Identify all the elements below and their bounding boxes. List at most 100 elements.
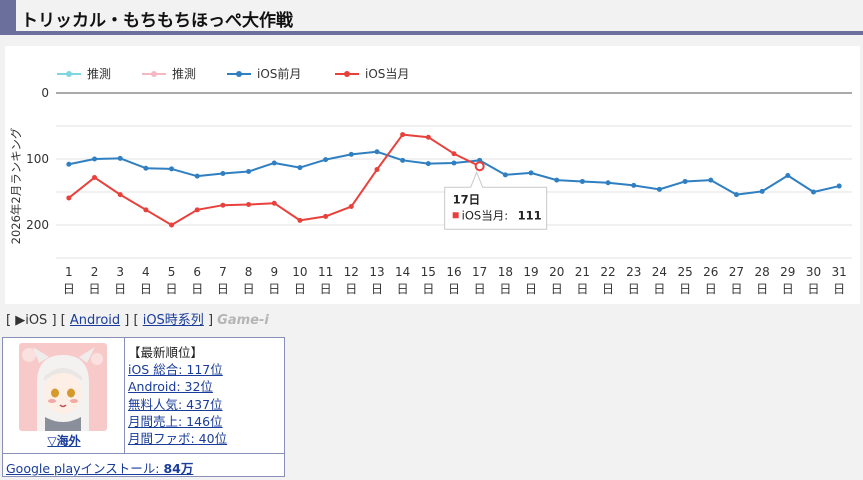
data-point: [400, 157, 406, 163]
tooltip-series-swatch: [452, 212, 459, 219]
legend-label: iOS前月: [257, 66, 301, 81]
x-tick-label-unit: 日: [89, 282, 101, 296]
install-value: 84万: [163, 461, 194, 476]
data-point: [323, 213, 329, 219]
data-point: [733, 192, 739, 198]
x-tick-label: 25: [677, 265, 692, 279]
x-tick-label: 6: [193, 265, 201, 279]
data-point: [451, 160, 457, 166]
data-point: [117, 155, 123, 161]
data-point: [169, 222, 175, 228]
series-line-iOS当月: [68, 133, 481, 226]
region-link[interactable]: ▽海外: [3, 432, 125, 449]
app-icon-avatar[interactable]: [19, 343, 107, 431]
data-point: [66, 161, 72, 167]
data-point: [451, 151, 457, 157]
rank-ios-overall[interactable]: iOS 総合: 117位: [128, 361, 284, 378]
data-point: [554, 177, 560, 183]
rank-free-popular[interactable]: 無料人気: 437位: [128, 396, 284, 413]
x-tick-label: 22: [600, 265, 615, 279]
avatar-cell: ▽海外: [3, 338, 125, 453]
data-point: [759, 188, 765, 194]
nav-bracket: ] [: [51, 313, 66, 328]
platform-nav: [ ▶iOS ] [ Android ] [ iOS時系列 ] Game-i: [6, 309, 269, 328]
nav-link-android[interactable]: Android: [70, 313, 120, 328]
nav-current-ios: ▶iOS: [15, 313, 48, 328]
x-tick-label-unit: 日: [63, 282, 75, 296]
tooltip-title: 17日: [453, 192, 481, 206]
data-point: [66, 195, 72, 201]
legend-label: iOS当月: [365, 67, 409, 81]
x-tick-label-unit: 日: [294, 282, 306, 296]
data-point: [656, 186, 662, 192]
rank-android[interactable]: Android: 32位: [128, 378, 284, 395]
data-point: [708, 177, 714, 183]
x-tick-label: 10: [292, 265, 307, 279]
data-point: [810, 189, 816, 195]
data-point: [271, 200, 277, 206]
data-point: [297, 165, 303, 171]
x-tick-label-unit: 日: [782, 282, 794, 296]
data-point: [374, 167, 380, 173]
legend-swatch-dot: [151, 71, 157, 77]
x-tick-label-unit: 日: [653, 282, 665, 296]
x-tick-label-unit: 日: [679, 282, 691, 296]
x-tick-label: 23: [626, 265, 641, 279]
data-point: [143, 207, 149, 213]
rank-monthly-favorites[interactable]: 月間ファボ: 40位: [128, 430, 284, 447]
x-tick-label-unit: 日: [243, 282, 255, 296]
x-tick-label-unit: 日: [140, 282, 152, 296]
x-tick-label-unit: 日: [217, 282, 229, 296]
data-point: [194, 173, 200, 179]
data-point: [220, 171, 226, 177]
x-tick-label-unit: 日: [705, 282, 717, 296]
ranking-chart: 0 100 200 2026年2月ランキング 1 日 2 日 3 日 4 日 5 日 6 日 7 日 8 日 9 日 10 日…: [5, 46, 860, 304]
data-point: [117, 192, 123, 198]
x-tick-label-unit: 日: [833, 282, 845, 296]
x-tick-label: 12: [344, 265, 359, 279]
y-tick-label: 100: [26, 152, 49, 166]
nav-bracket: [: [6, 313, 12, 328]
x-tick-label-unit: 日: [422, 282, 434, 296]
data-point: [246, 202, 252, 208]
x-tick-label: 21: [575, 265, 590, 279]
nav-bracket: ] [: [124, 313, 139, 328]
title-bar: トリッカル・もちもちほっぺ大作戦: [0, 0, 863, 35]
x-tick-label-unit: 日: [320, 282, 332, 296]
app-info-table: ▽海外 【最新順位】 iOS 総合: 117位 Android: 32位 無料人…: [2, 337, 285, 477]
data-point: [425, 134, 431, 140]
data-point: [528, 170, 534, 176]
x-tick-label-unit: 日: [628, 282, 640, 296]
x-tick-label: 11: [318, 265, 333, 279]
data-point: [348, 151, 354, 157]
tooltip-highlight-point: [474, 161, 485, 172]
x-tick-label-unit: 日: [474, 282, 486, 296]
x-tick-label-unit: 日: [371, 282, 383, 296]
data-point: [194, 207, 200, 213]
y-tick-label: 0: [41, 86, 49, 100]
nav-link-ios-timeseries[interactable]: iOS時系列: [143, 313, 204, 328]
x-tick-label-unit: 日: [499, 282, 511, 296]
legend-label: 推測: [172, 67, 196, 81]
x-tick-label: 3: [116, 265, 124, 279]
legend-swatch-dot: [66, 71, 72, 77]
data-point: [271, 160, 277, 166]
x-tick-label-unit: 日: [448, 282, 460, 296]
data-point: [682, 178, 688, 184]
x-tick-label-unit: 日: [345, 282, 357, 296]
data-point: [92, 174, 98, 180]
google-play-install-link[interactable]: Google playインストール: 84万: [6, 461, 193, 476]
data-point: [323, 157, 329, 163]
latest-rank-heading: 【最新順位】: [128, 345, 204, 360]
rank-monthly-sales[interactable]: 月間売上: 146位: [128, 413, 284, 430]
data-point: [92, 156, 98, 162]
data-point: [631, 182, 637, 188]
x-tick-label: 14: [395, 265, 410, 279]
data-point: [836, 183, 842, 189]
install-label: Google playインストール:: [6, 461, 164, 476]
data-point: [425, 161, 431, 167]
x-tick-label-unit: 日: [756, 282, 768, 296]
data-point: [579, 178, 585, 184]
y-axis-label: 2026年2月ランキング: [9, 127, 23, 244]
x-tick-label-unit: 日: [807, 282, 819, 296]
